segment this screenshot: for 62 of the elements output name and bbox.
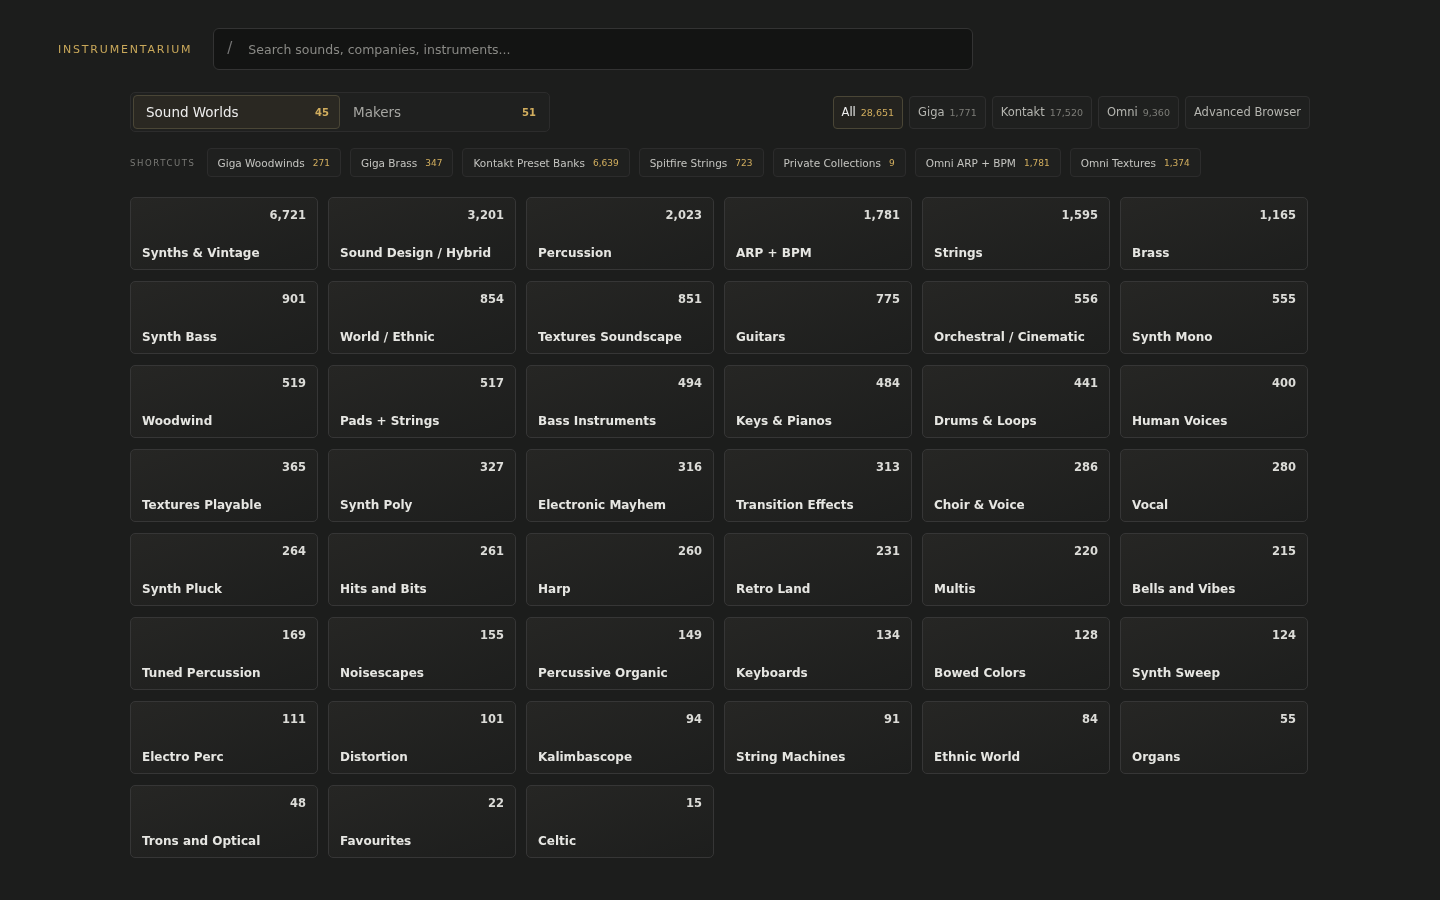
category-card[interactable]: 260 Harp — [526, 533, 714, 606]
category-card[interactable]: 280 Vocal — [1120, 449, 1308, 522]
filter-button[interactable]: Kontakt 17,520 — [991, 95, 1092, 129]
category-card[interactable]: 484 Keys & Pianos — [724, 365, 912, 438]
category-card[interactable]: 1,595 Strings — [922, 197, 1110, 270]
category-card[interactable]: 400 Human Voices — [1120, 365, 1308, 438]
shortcut-chip[interactable]: Giga Woodwinds 271 — [206, 148, 341, 177]
shortcut-chip[interactable]: Giga Brass 347 — [349, 148, 454, 177]
category-card[interactable]: 851 Textures Soundscape — [526, 281, 714, 354]
category-card[interactable]: 901 Synth Bass — [130, 281, 318, 354]
category-card[interactable]: 313 Transition Effects — [724, 449, 912, 522]
category-card[interactable]: 327 Synth Poly — [328, 449, 516, 522]
filter-button[interactable]: All 28,651 — [832, 95, 904, 129]
shortcut-chip[interactable]: Omni ARP + BPM 1,781 — [914, 148, 1061, 177]
category-card[interactable]: 316 Electronic Mayhem — [526, 449, 714, 522]
category-card[interactable]: 94 Kalimbascope — [526, 701, 714, 774]
filter-button[interactable]: Giga 1,771 — [909, 95, 986, 129]
category-card[interactable]: 441 Drums & Loops — [922, 365, 1110, 438]
brand-logo[interactable]: INSTRUMENTARIUM — [58, 42, 193, 56]
category-card[interactable]: 124 Synth Sweep — [1120, 617, 1308, 690]
category-card[interactable]: 48 Trons and Optical — [130, 785, 318, 858]
category-card[interactable]: 84 Ethnic World — [922, 701, 1110, 774]
category-card[interactable]: 15 Celtic — [526, 785, 714, 858]
category-card[interactable]: 1,781 ARP + BPM — [724, 197, 912, 270]
category-card[interactable]: 231 Retro Land — [724, 533, 912, 606]
category-card[interactable]: 215 Bells and Vibes — [1120, 533, 1308, 606]
filter-button[interactable]: Advanced Browser — [1184, 95, 1310, 129]
category-card[interactable]: 365 Textures Playable — [130, 449, 318, 522]
shortcuts-label: SHORTCUTS — [130, 157, 196, 168]
category-card[interactable]: 220 Multis — [922, 533, 1110, 606]
category-card[interactable]: 555 Synth Mono — [1120, 281, 1308, 354]
shortcut-chip[interactable]: Spitfire Strings 723 — [638, 148, 764, 177]
shortcut-chip[interactable]: Private Collections 9 — [772, 148, 906, 177]
category-card[interactable]: 169 Tuned Percussion — [130, 617, 318, 690]
category-card[interactable]: 775 Guitars — [724, 281, 912, 354]
shortcut-chip[interactable]: Kontakt Preset Banks 6,639 — [462, 148, 630, 177]
category-card[interactable]: 1,165 Brass — [1120, 197, 1308, 270]
category-card[interactable]: 519 Woodwind — [130, 365, 318, 438]
view-tab[interactable]: Sound Worlds 45 — [133, 95, 340, 129]
category-card[interactable]: 128 Bowed Colors — [922, 617, 1110, 690]
category-card[interactable]: 286 Choir & Voice — [922, 449, 1110, 522]
category-card[interactable]: 3,201 Sound Design / Hybrid — [328, 197, 516, 270]
category-card[interactable]: 149 Percussive Organic — [526, 617, 714, 690]
filter-button[interactable]: Omni 9,360 — [1098, 95, 1179, 129]
category-card[interactable]: 22 Favourites — [328, 785, 516, 858]
category-card[interactable]: 6,721 Synths & Vintage — [130, 197, 318, 270]
category-card[interactable]: 101 Distortion — [328, 701, 516, 774]
category-card[interactable]: 111 Electro Perc — [130, 701, 318, 774]
category-card[interactable]: 155 Noisescapes — [328, 617, 516, 690]
category-card[interactable]: 261 Hits and Bits — [328, 533, 516, 606]
category-card[interactable]: 556 Orchestral / Cinematic — [922, 281, 1110, 354]
category-card[interactable]: 2,023 Percussion — [526, 197, 714, 270]
category-card[interactable]: 854 World / Ethnic — [328, 281, 516, 354]
category-card[interactable]: 91 String Machines — [724, 701, 912, 774]
category-card[interactable]: 55 Organs — [1120, 701, 1308, 774]
slash-icon: / — [227, 39, 233, 57]
category-card[interactable]: 134 Keyboards — [724, 617, 912, 690]
category-card[interactable]: 494 Bass Instruments — [526, 365, 714, 438]
shortcut-chip[interactable]: Omni Textures 1,374 — [1069, 148, 1201, 177]
view-tab[interactable]: Makers 51 — [340, 95, 547, 129]
category-card[interactable]: 517 Pads + Strings — [328, 365, 516, 438]
category-card[interactable]: 264 Synth Pluck — [130, 533, 318, 606]
